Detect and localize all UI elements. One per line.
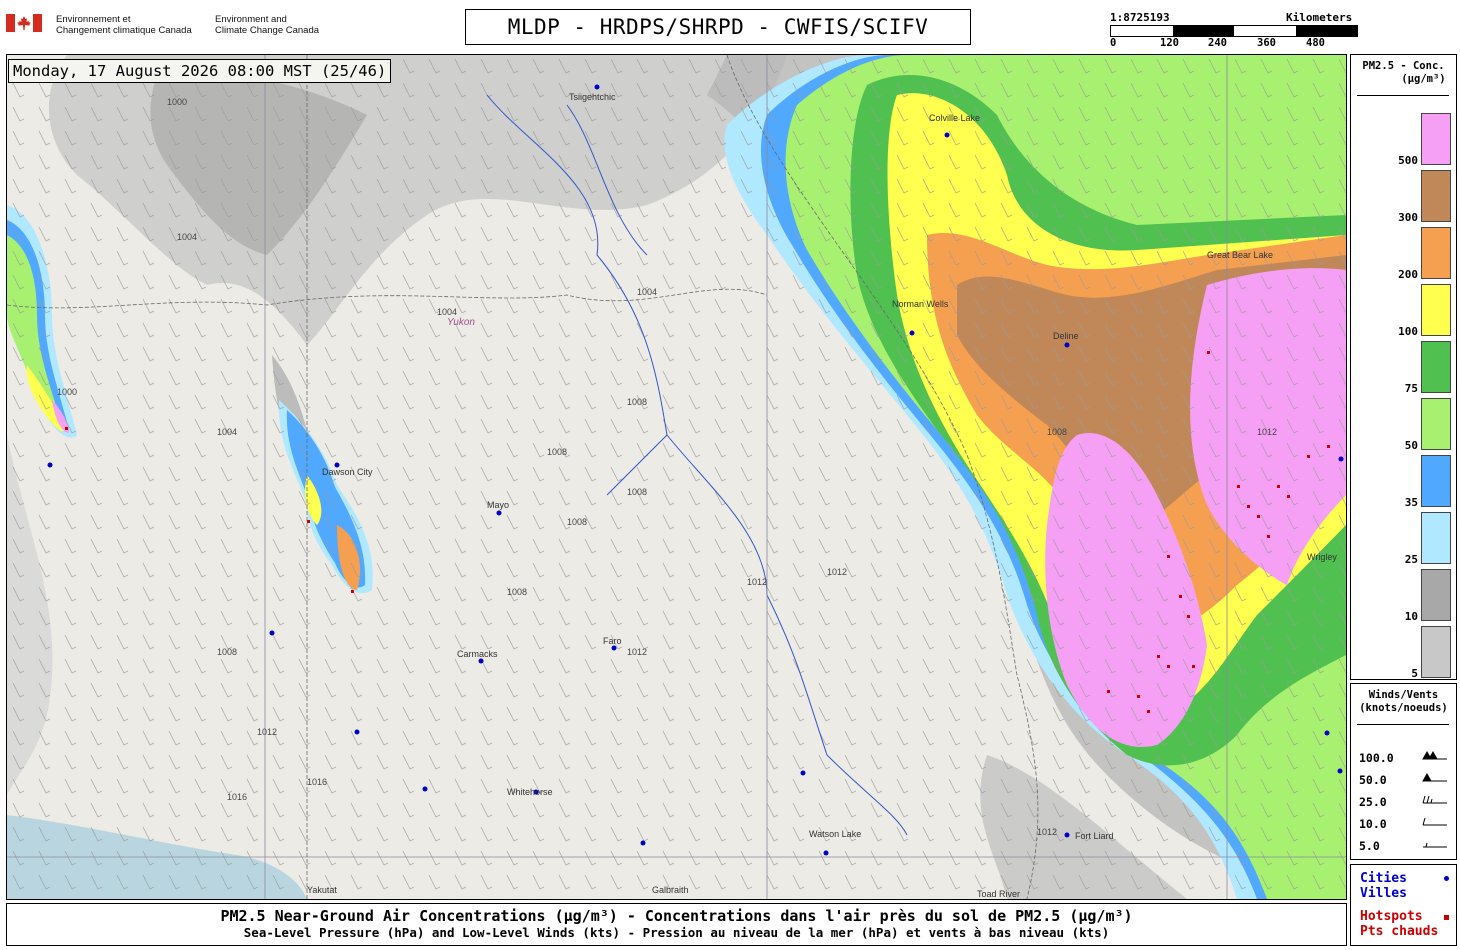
svg-text:Galbraith: Galbraith (652, 885, 689, 895)
svg-text:Tsiigehtchic: Tsiigehtchic (569, 92, 616, 102)
wind-barb-icons (1422, 750, 1447, 848)
legend-swatch (1421, 626, 1451, 678)
legend-swatch-label: 25 (1404, 553, 1418, 566)
svg-text:Fort Liard: Fort Liard (1075, 831, 1114, 841)
legend-swatch-label: 100 (1398, 325, 1418, 338)
department-name-fr: Environnement et Changement climatique C… (56, 14, 192, 36)
svg-text:1004: 1004 (637, 287, 657, 297)
department-name-en: Environment and Climate Change Canada (215, 14, 320, 36)
wind-legend-row: 10.0 (1359, 817, 1387, 831)
legend-swatch-label: 5 (1411, 667, 1418, 680)
svg-text:1004: 1004 (437, 307, 457, 317)
svg-text:Deline: Deline (1053, 331, 1079, 341)
wind-legend-row: 5.0 (1359, 839, 1380, 853)
legend-swatch-label: 50 (1404, 439, 1418, 452)
legend-swatch (1421, 227, 1451, 279)
wind-legend-row: 50.0 (1359, 773, 1387, 787)
svg-text:1008: 1008 (547, 447, 567, 457)
svg-text:1000: 1000 (57, 387, 77, 397)
svg-text:1004: 1004 (177, 232, 197, 242)
canada-flag-icon (6, 14, 42, 32)
scale-tick: 360 (1257, 37, 1276, 49)
scale-tick: 480 (1306, 37, 1325, 49)
legend-swatch (1421, 113, 1451, 165)
scale-tick: 0 (1110, 37, 1117, 49)
svg-text:1008: 1008 (567, 517, 587, 527)
legend-swatch (1421, 341, 1451, 393)
svg-text:1012: 1012 (747, 577, 767, 587)
caption-line-2: Sea-Level Pressure (hPa) and Low-Level W… (243, 925, 1110, 940)
svg-text:Carmacks: Carmacks (457, 649, 498, 659)
legend-swatch (1421, 455, 1451, 507)
legend-swatch-label: 300 (1398, 211, 1418, 224)
wind-barb-field (7, 55, 1346, 899)
legend-swatch-label: 500 (1398, 154, 1418, 167)
svg-text:Dawson City: Dawson City (322, 467, 373, 477)
forecast-datetime: Monday, 17 August 2026 08:00 MST (25/46) (8, 59, 392, 83)
legend-title: PM2.5 - Conc. (1362, 60, 1445, 72)
scale-tick: 240 (1208, 37, 1227, 49)
hotspots-label: Hotspots Pts chauds (1360, 909, 1439, 939)
smoke-forecast-map[interactable]: 1004 1004 1004 1004 1008 1008 1008 1008 … (6, 54, 1347, 900)
scale-tick: 120 (1160, 37, 1179, 49)
svg-text:1004: 1004 (217, 427, 237, 437)
svg-text:Colville Lake: Colville Lake (929, 113, 980, 123)
legend-swatch (1421, 569, 1451, 621)
svg-text:Whitehorse: Whitehorse (507, 787, 553, 797)
product-title: MLDP - HRDPS/SHRPD - CWFIS/SCIFV (465, 9, 971, 45)
hotspot-square-icon (1444, 915, 1449, 920)
region-label-yukon: Yukon (447, 317, 475, 328)
cities-label: Cities Villes (1360, 871, 1407, 901)
svg-text:Watson Lake: Watson Lake (809, 829, 861, 839)
svg-text:1012: 1012 (627, 647, 647, 657)
svg-text:1012: 1012 (257, 727, 277, 737)
svg-text:1012: 1012 (827, 567, 847, 577)
wind-legend-row: 25.0 (1359, 795, 1387, 809)
footer-caption: PM2.5 Near-Ground Air Concentrations (μg… (6, 903, 1347, 946)
svg-text:Faro: Faro (603, 636, 622, 646)
svg-text:Mayo: Mayo (487, 500, 509, 510)
svg-text:Wrigley: Wrigley (1307, 552, 1337, 562)
svg-text:Toad River: Toad River (977, 889, 1020, 899)
legend-swatch (1421, 284, 1451, 336)
legend-swatch-label: 35 (1404, 496, 1418, 509)
svg-text:Norman Wells: Norman Wells (892, 299, 949, 309)
wind-legend-row: 100.0 (1359, 751, 1394, 765)
svg-text:1012: 1012 (1037, 827, 1057, 837)
city-dot-icon (1444, 876, 1449, 881)
map-canvas: 1004 1004 1004 1004 1008 1008 1008 1008 … (7, 55, 1346, 899)
legend-swatch-label: 10 (1404, 610, 1418, 623)
scale-bar (1110, 25, 1358, 37)
svg-text:1008: 1008 (217, 647, 237, 657)
svg-text:Great Bear Lake: Great Bear Lake (1207, 250, 1273, 260)
svg-text:1012: 1012 (1257, 427, 1277, 437)
concentration-legend: PM2.5 - Conc. (μg/m³) 500 300 200 100 75 50 35… (1350, 54, 1457, 680)
legend-units: (μg/m³) (1401, 73, 1446, 85)
legend-swatch-label: 200 (1398, 268, 1418, 281)
legend-swatch-label: 75 (1404, 382, 1418, 395)
svg-text:Yakutat: Yakutat (307, 885, 337, 895)
points-legend: Cities Villes Hotspots Pts chauds (1350, 864, 1457, 946)
scale-ratio: 1:8725193 (1110, 11, 1170, 24)
scale-units: Kilometers (1286, 11, 1353, 24)
svg-text:1008: 1008 (1047, 427, 1067, 437)
svg-text:1008: 1008 (627, 487, 647, 497)
wind-legend-units: (knots/noeuds) (1359, 702, 1448, 714)
svg-text:1008: 1008 (627, 397, 647, 407)
header: Environnement et Changement climatique C… (0, 0, 1460, 52)
legend-swatch (1421, 170, 1451, 222)
svg-text:1000: 1000 (167, 97, 187, 107)
svg-text:1016: 1016 (227, 792, 247, 802)
legend-swatch (1421, 398, 1451, 450)
svg-text:1016: 1016 (307, 777, 327, 787)
svg-text:1008: 1008 (507, 587, 527, 597)
legend-swatch (1421, 512, 1451, 564)
caption-line-1: PM2.5 Near-Ground Air Concentrations (μg… (220, 907, 1133, 925)
wind-legend: Winds/Vents (knots/noeuds) 100.0 50.0 25… (1350, 683, 1457, 860)
wind-legend-title: Winds/Vents (1368, 689, 1439, 701)
